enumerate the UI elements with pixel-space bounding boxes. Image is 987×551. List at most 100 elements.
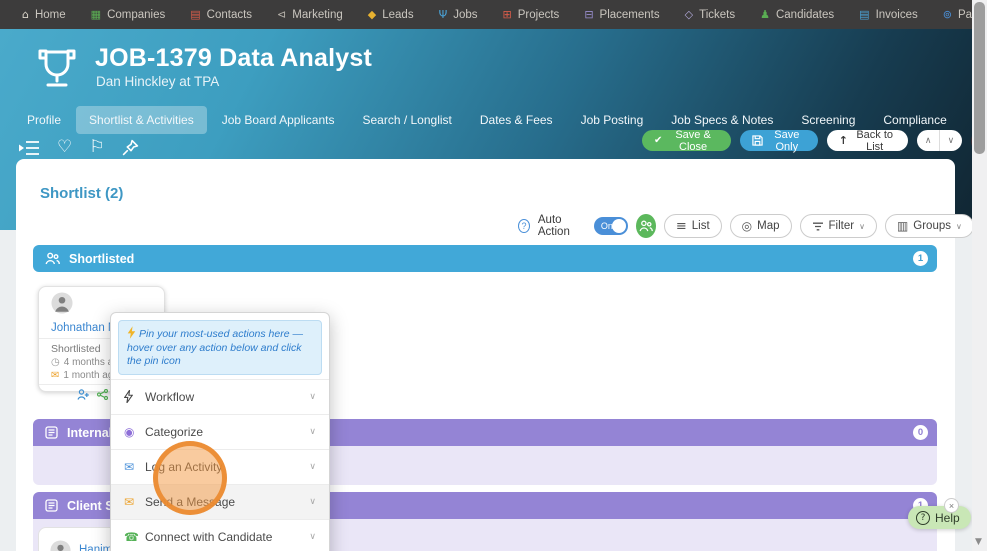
list-label: List [691,220,710,232]
check-icon: ✔ [654,134,663,146]
nav-label-leads: Leads [382,8,414,21]
help-button[interactable]: ? Help [908,506,971,529]
arrow-up-icon: ↑ [838,134,849,147]
pinned-actions-icon[interactable] [18,140,40,156]
section-count-badge: 1 [913,251,928,266]
top-navigation: ⌂ Home ▦ Companies ▤ Contacts ⊲ Marketing ◆ L… [0,0,987,29]
auto-action-help-icon[interactable]: ? [518,219,530,233]
nav-item-projects[interactable]: ⊞ Projects [503,9,560,21]
auto-action-label: Auto Action [537,214,570,238]
section-shortlisted[interactable]: Shortlisted 1 [33,245,937,272]
groups-label: Groups [913,220,951,232]
map-label: Map [757,220,780,232]
toggle-state-label: On [600,221,613,231]
tab-search-longlist[interactable]: Search / Longlist [349,106,464,134]
back-to-list-button[interactable]: ↑ Back to List [826,128,909,153]
nav-item-marketing[interactable]: ⊲ Marketing [277,9,343,21]
nav-label-projects: Projects [517,8,560,21]
auto-action-toggle[interactable]: On [593,217,629,235]
nav-item-home[interactable]: ⌂ Home [22,9,66,21]
menu-item-workflow[interactable]: Workflow ∨ [111,378,329,414]
clock-icon: ◷ [51,356,60,368]
chevron-down-icon: ∨ [309,426,316,437]
chevron-down-icon: ∨ [309,531,316,542]
nav-item-tickets[interactable]: ◇ Tickets [685,9,735,21]
trophy-icon [34,45,80,94]
nav-item-jobs[interactable]: Ψ Jobs [439,9,478,21]
heart-icon[interactable]: ♡ [57,139,72,156]
tab-dates-fees[interactable]: Dates & Fees [467,106,566,134]
question-icon: ? [916,510,930,525]
nav-label-tickets: Tickets [699,8,736,21]
section-title: Internal [67,425,113,440]
menu-label: Workflow [145,389,195,404]
pin-tip: Pin your most-used actions here — hover … [118,320,322,375]
app-screen: ⌂ Home ▦ Companies ▤ Contacts ⊲ Marketing ◆ L… [0,0,987,551]
nav-label-contacts: Contacts [206,8,253,21]
save-only-button[interactable]: Save Only [739,128,818,153]
chevron-down-icon: ∨ [309,496,316,507]
list-view-button[interactable]: ≡ List [663,214,722,238]
flag-icon[interactable]: ⚐ [89,139,104,156]
projects-icon: ⊞ [502,8,512,21]
payments-icon: ⊚ [942,8,952,21]
back-to-list-label: Back to List [856,128,893,153]
nav-item-leads[interactable]: ◆ Leads [368,9,414,21]
log-activity-icon: ✉ [124,459,135,474]
next-record-button[interactable]: ∨ [940,130,962,151]
nav-label-placements: Placements [599,8,660,21]
menu-item-categorize[interactable]: ◉ Categorize ∨ [111,413,329,449]
record-navigator: ∧ ∨ [917,130,962,151]
nav-item-companies[interactable]: ▦ Companies [91,9,166,21]
add-person-icon[interactable] [76,389,89,400]
save-close-button[interactable]: ✔ Save & Close [642,128,731,153]
help-close-button[interactable]: × [944,498,959,513]
menu-item-connect-candidate[interactable]: ☎ Connect with Candidate ∨ [111,518,329,551]
pin-icon[interactable] [122,139,139,156]
candidates-icon: ♟ [760,8,770,21]
share-icon[interactable] [96,388,108,401]
save-only-label: Save Only [774,128,800,153]
categorize-icon: ◉ [124,424,135,439]
nav-item-invoices[interactable]: ▤ Invoices [859,9,918,21]
menu-label: Categorize [145,424,204,439]
actions-popup: Pin your most-used actions here — hover … [110,312,330,551]
nav-item-contacts[interactable]: ▤ Contacts [190,9,252,21]
avatar [50,539,71,551]
send-message-icon: ✉ [124,494,135,509]
nav-item-placements[interactable]: ⊟ Placements [584,9,659,21]
scrollbar-down-arrow[interactable]: ▼ [975,537,982,547]
workflow-icon [123,390,145,404]
header-action-buttons: ✔ Save & Close Save Only ↑ Back to List … [642,128,987,153]
page-title: JOB-1379 Data Analyst [95,44,373,72]
nav-label-marketing: Marketing [292,8,343,21]
candidates-view-button[interactable] [636,214,656,238]
page-subtitle: Dan Hinckley at TPA [96,74,220,89]
save-close-label: Save & Close [675,128,711,153]
nav-label-companies: Companies [107,8,166,21]
phone-icon: ☎ [124,529,139,544]
map-view-button[interactable]: ◎ Map [729,214,792,238]
tab-profile[interactable]: Profile [14,106,74,134]
people-icon [639,220,653,232]
nav-label-home: Home [34,8,66,21]
groups-icon: ▥ [896,219,909,233]
lightning-icon [127,326,136,339]
people-icon [45,252,60,265]
tab-shortlist-activities[interactable]: Shortlist & Activities [76,106,207,134]
chevron-down-icon: ∨ [956,221,962,231]
filter-button[interactable]: Filter ∨ [799,214,877,238]
quick-actions: ♡ ⚐ [18,139,139,156]
section-count-badge: 0 [913,425,928,440]
groups-button[interactable]: ▥ Groups ∨ [884,214,974,238]
leads-icon: ◆ [367,8,377,21]
page-scrollbar[interactable]: ▼ [972,0,987,551]
nav-label-candidates: Candidates [775,8,835,21]
tab-job-board-applicants[interactable]: Job Board Applicants [209,106,348,134]
shortlist-heading: Shortlist (2) [40,185,124,202]
nav-label-invoices: Invoices [875,8,918,21]
nav-item-candidates[interactable]: ♟ Candidates [760,9,834,21]
previous-record-button[interactable]: ∧ [917,130,941,151]
companies-icon: ▦ [90,8,102,21]
scrollbar-thumb[interactable] [974,2,985,154]
